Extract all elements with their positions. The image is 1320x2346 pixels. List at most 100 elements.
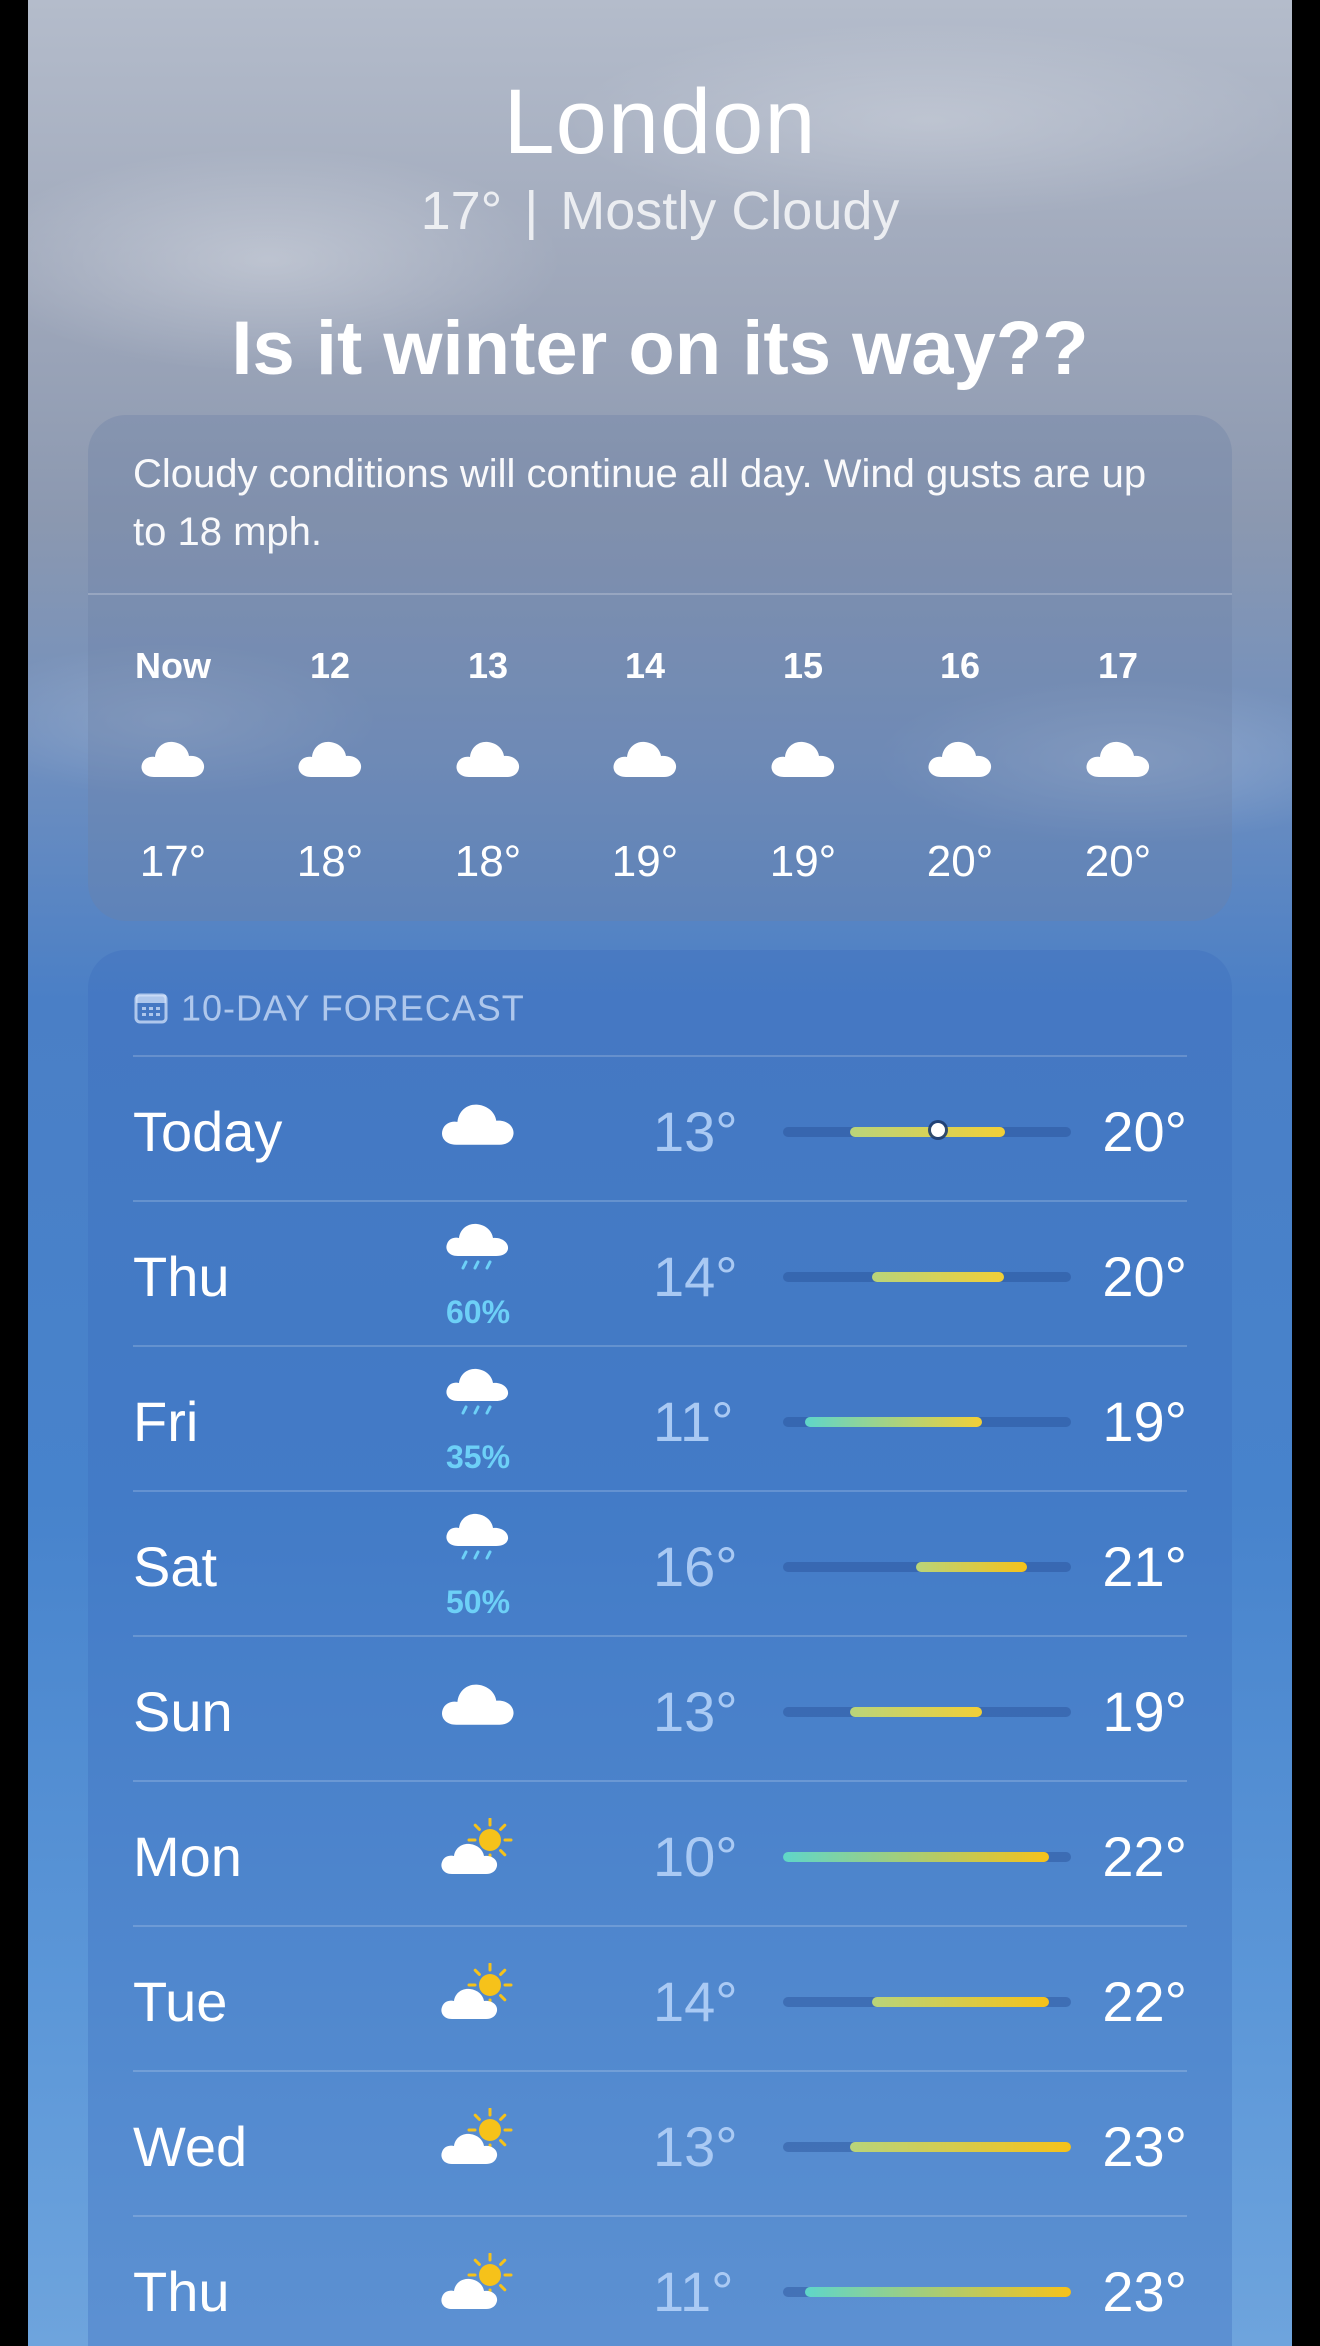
current-temp: 17°: [420, 181, 503, 241]
headline: Is it winter on its way??: [231, 306, 1089, 391]
hour-temp: 20°: [926, 837, 994, 886]
cloud-icon: [771, 741, 835, 777]
low-temp: 14°: [653, 1245, 738, 1308]
hour-label: 14: [624, 645, 666, 686]
day-label: Mon: [133, 1825, 242, 1888]
partly-cloudy-sun-icon: [441, 2107, 513, 2164]
temp-range-bar: [849, 1127, 1005, 1137]
forecast-row[interactable]: Tue 14° 22°: [133, 1925, 1187, 2071]
hourly-strip[interactable]: Now 17° 12 18° 13 18° 14 19° 15 19° 16 20° 17 20°: [88, 615, 1232, 905]
hour-item: 16 20°: [890, 615, 1030, 905]
hour-item: 12 18°: [260, 615, 400, 905]
day-label: Wed: [133, 2115, 248, 2178]
hour-item: Now 17°: [103, 615, 243, 905]
temp-range-track: [783, 1562, 1071, 1572]
separator: |: [524, 181, 539, 241]
hour-temp: 19°: [769, 837, 837, 886]
forecast-row[interactable]: Today 13° 20°: [133, 1055, 1187, 1201]
temp-range-track: [783, 1997, 1071, 2007]
cloud-icon: [442, 1104, 514, 1145]
precip-chance: 60%: [445, 1294, 511, 1330]
temp-range-track: [783, 1417, 1071, 1427]
hour-label: Now: [135, 645, 211, 686]
current-temp-indicator: [931, 1123, 946, 1137]
temp-range-track: [783, 2142, 1071, 2152]
low-temp: 13°: [653, 1100, 738, 1163]
cloud-icon: [928, 741, 992, 777]
forecast-title: 10-DAY FORECAST: [181, 987, 525, 1029]
low-temp: 10°: [653, 1825, 738, 1888]
day-label: Tue: [133, 1970, 228, 2033]
low-temp: 14°: [653, 1970, 738, 2033]
cloud-rain-icon: [446, 1368, 509, 1415]
day-label: Sat: [133, 1535, 218, 1598]
forecast-row[interactable]: Sat 50% 16° 21°: [133, 1490, 1187, 1636]
hour-label: 13: [467, 645, 509, 686]
precip-chance: 50%: [445, 1584, 511, 1620]
city-name: London: [503, 71, 817, 173]
temp-range-bar: [849, 2142, 1071, 2152]
forecast-row[interactable]: Thu 60% 14° 20°: [133, 1200, 1187, 1346]
high-temp: 21°: [1102, 1535, 1187, 1598]
high-temp: 23°: [1102, 2115, 1187, 2178]
hour-item: 15 19°: [733, 615, 873, 905]
forecast-row[interactable]: Fri 35% 11° 19°: [133, 1345, 1187, 1491]
hour-temp: 18°: [296, 837, 364, 886]
divider: [88, 593, 1232, 595]
high-temp: 22°: [1102, 1825, 1187, 1888]
temp-range-track: [783, 1707, 1071, 1717]
temp-range-track: [783, 2287, 1071, 2297]
day-label: Fri: [133, 1390, 199, 1453]
hour-item: 14 19°: [575, 615, 715, 905]
day-label: Sun: [133, 1680, 233, 1743]
cloud-icon: [456, 741, 520, 777]
low-temp: 11°: [653, 2260, 734, 2323]
cloud-icon: [298, 741, 362, 777]
temp-range-track: [783, 1123, 1071, 1137]
high-temp: 22°: [1102, 1970, 1187, 2033]
low-temp: 11°: [653, 1390, 734, 1453]
partly-cloudy-sun-icon: [441, 1817, 513, 1874]
forecast-header: 10-DAY FORECAST: [133, 985, 525, 1029]
partly-cloudy-sun-icon: [441, 1962, 513, 2019]
low-temp: 16°: [653, 1535, 738, 1598]
hour-label: 12: [309, 645, 351, 686]
cloud-icon: [613, 741, 677, 777]
precip-chance: 35%: [445, 1439, 511, 1475]
ten-day-forecast-card[interactable]: 10-DAY FORECAST Today 13° 20° Thu 60% 14° 20° F…: [88, 950, 1232, 2346]
forecast-row[interactable]: Mon 10° 22°: [133, 1780, 1187, 1926]
cloud-icon: [1086, 741, 1150, 777]
forecast-row[interactable]: Wed 13° 23°: [133, 2070, 1187, 2216]
temp-range-bar: [849, 1707, 983, 1717]
current-conditions: 17° | Mostly Cloudy: [28, 180, 1292, 242]
temp-range-bar: [915, 1562, 1027, 1572]
temp-range-bar: [805, 1417, 983, 1427]
high-temp: 23°: [1102, 2260, 1187, 2323]
temp-range-bar: [871, 1997, 1049, 2007]
day-label: Thu: [133, 2260, 230, 2323]
day-label: Today: [133, 1100, 283, 1163]
cloud-rain-icon: [446, 1223, 509, 1270]
weather-screen: London 17° | Mostly Cloudy Is it winter on…: [28, 0, 1292, 2346]
hour-temp: 18°: [454, 837, 522, 886]
weather-summary: Cloudy conditions will continue all day.…: [133, 452, 1147, 554]
hour-temp: 20°: [1084, 837, 1152, 886]
hour-item: 13 18°: [418, 615, 558, 905]
temp-range-bar: [871, 1272, 1005, 1282]
high-temp: 20°: [1102, 1245, 1187, 1308]
temp-range-bar: [783, 1852, 1049, 1862]
hour-temp: 19°: [611, 837, 679, 886]
forecast-row[interactable]: Thu 11° 23°: [133, 2215, 1187, 2346]
condition-text: Mostly Cloudy: [560, 181, 900, 241]
cloud-rain-icon: [446, 1513, 509, 1560]
hour-item: 17 20°: [1048, 615, 1188, 905]
hourly-forecast-card[interactable]: Cloudy conditions will continue all day.…: [88, 415, 1232, 921]
low-temp: 13°: [653, 1680, 738, 1743]
temp-range-track: [783, 1852, 1071, 1862]
calendar-icon: [134, 993, 168, 1024]
low-temp: 13°: [653, 2115, 738, 2178]
cloud-icon: [442, 1684, 514, 1725]
hour-label: 17: [1097, 645, 1139, 686]
partly-cloudy-sun-icon: [441, 2252, 513, 2309]
forecast-row[interactable]: Sun 13° 19°: [133, 1635, 1187, 1781]
